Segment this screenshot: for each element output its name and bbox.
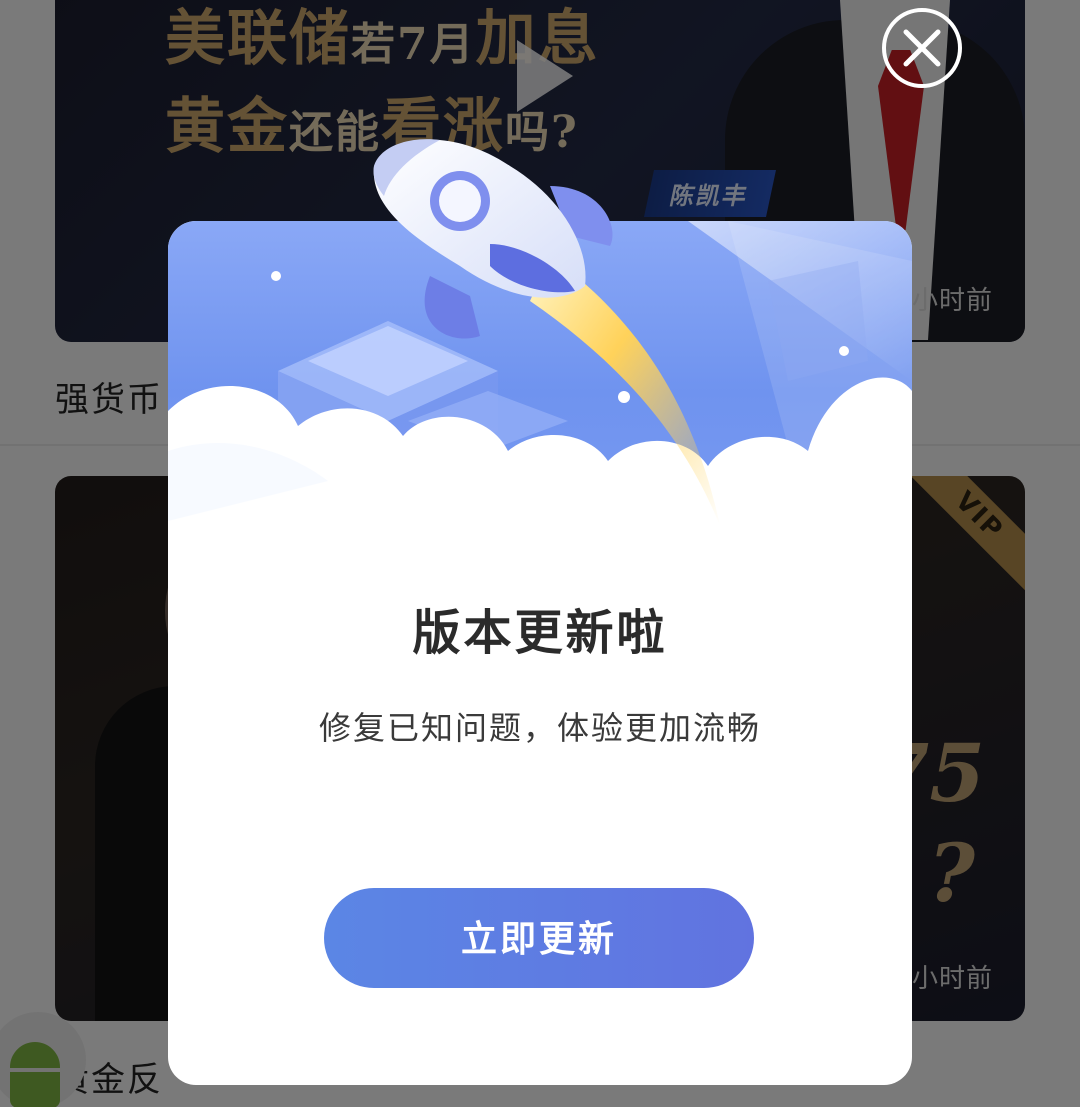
dialog-message: 修复已知问题，体验更加流畅: [318, 709, 761, 747]
update-now-button[interactable]: 立即更新: [324, 888, 754, 988]
dialog-title: 版本更新啦: [412, 605, 668, 661]
app-screen: 美联储若7月加息 黄金还能看涨吗? 陈凯丰 小时前 强货币 VIP 75 ? 小…: [0, 0, 1080, 1107]
close-icon: [903, 29, 941, 67]
rocket-icon: [373, 139, 720, 526]
close-button[interactable]: [882, 8, 962, 88]
